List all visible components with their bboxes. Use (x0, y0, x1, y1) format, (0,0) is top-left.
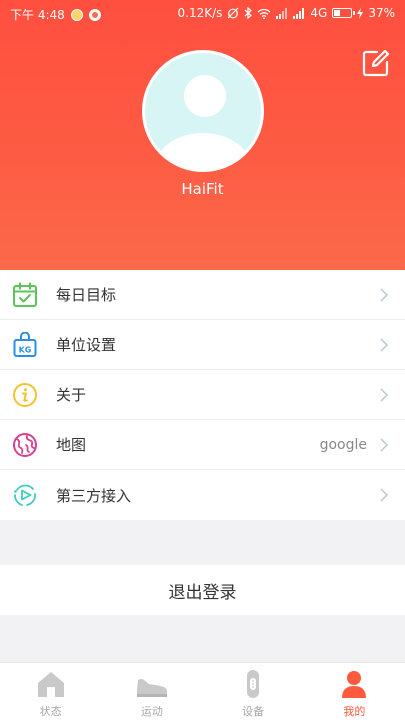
chevron-right-icon (380, 488, 389, 502)
menu-item-label: 关于 (56, 386, 87, 404)
tab-label: 运动 (140, 705, 163, 718)
alarm-off-icon (227, 7, 239, 19)
shoe-icon (136, 679, 168, 697)
signal-icon-2 (293, 7, 305, 19)
chevron-right-icon (380, 288, 389, 302)
wifi-icon (257, 8, 271, 19)
status-net-speed: 0.12K/s (177, 6, 223, 20)
status-network-type: 4G (310, 6, 328, 20)
band-icon (247, 670, 260, 698)
globe-icon (13, 433, 37, 457)
chevron-right-icon (380, 338, 389, 352)
avatar-body (155, 133, 251, 169)
profile-header: 下午 4:48 0.12K/s 4G 37% HaiFit (0, 0, 405, 270)
edit-profile-button[interactable] (361, 48, 391, 78)
status-bar: 下午 4:48 0.12K/s 4G 37% (0, 0, 405, 28)
menu-item-map[interactable]: 地图 google (0, 420, 405, 470)
menu-item-label: 地图 (56, 436, 87, 454)
menu-item-label: 第三方接入 (56, 486, 132, 505)
tab-label: 状态 (39, 705, 62, 718)
svg-text:KG: KG (19, 346, 32, 355)
avatar-head (184, 75, 226, 117)
tab-mine[interactable]: 我的 (304, 663, 405, 720)
tab-label: 设备 (242, 705, 265, 718)
status-time: 下午 4:48 (10, 8, 65, 22)
chevron-right-icon (380, 438, 389, 452)
battery-icon (332, 8, 356, 18)
status-battery-percent: 37% (368, 6, 395, 20)
edit-icon (362, 49, 390, 77)
notification-record-icon (88, 8, 101, 21)
menu-item-daily-goal[interactable]: 每日目标 (0, 270, 405, 320)
menu-item-label: 每日目标 (56, 286, 117, 304)
person-icon (342, 671, 367, 698)
menu-item-unit-settings[interactable]: KG 单位设置 (0, 320, 405, 370)
home-icon (37, 672, 64, 697)
logout-label: 退出登录 (168, 582, 237, 603)
logout-button[interactable]: 退出登录 (0, 565, 405, 615)
tab-sport[interactable]: 运动 (101, 663, 202, 720)
kg-weight-icon: KG (13, 332, 37, 357)
signal-icon-1 (276, 7, 288, 19)
tab-label: 我的 (343, 705, 366, 718)
username: HaiFit (181, 180, 224, 198)
menu-item-label: 单位设置 (56, 336, 117, 354)
bluetooth-icon (244, 7, 253, 19)
notification-app-icon (70, 8, 83, 21)
chevron-right-icon (380, 388, 389, 402)
third-party-icon (14, 484, 36, 506)
info-icon (13, 383, 37, 407)
menu-item-third-party[interactable]: 第三方接入 (0, 470, 405, 520)
tab-device[interactable]: 设备 (203, 663, 304, 720)
avatar[interactable] (142, 50, 264, 172)
settings-menu: 每日目标 KG 单位设置 关于 地图 google 第三方接入 (0, 270, 405, 520)
menu-item-about[interactable]: 关于 (0, 370, 405, 420)
map-provider-value: google (319, 436, 367, 453)
bottom-nav: 状态 运动 设备 我的 (0, 662, 405, 720)
tab-status[interactable]: 状态 (0, 663, 101, 720)
charging-icon (357, 7, 364, 19)
calendar-check-icon (13, 282, 37, 307)
